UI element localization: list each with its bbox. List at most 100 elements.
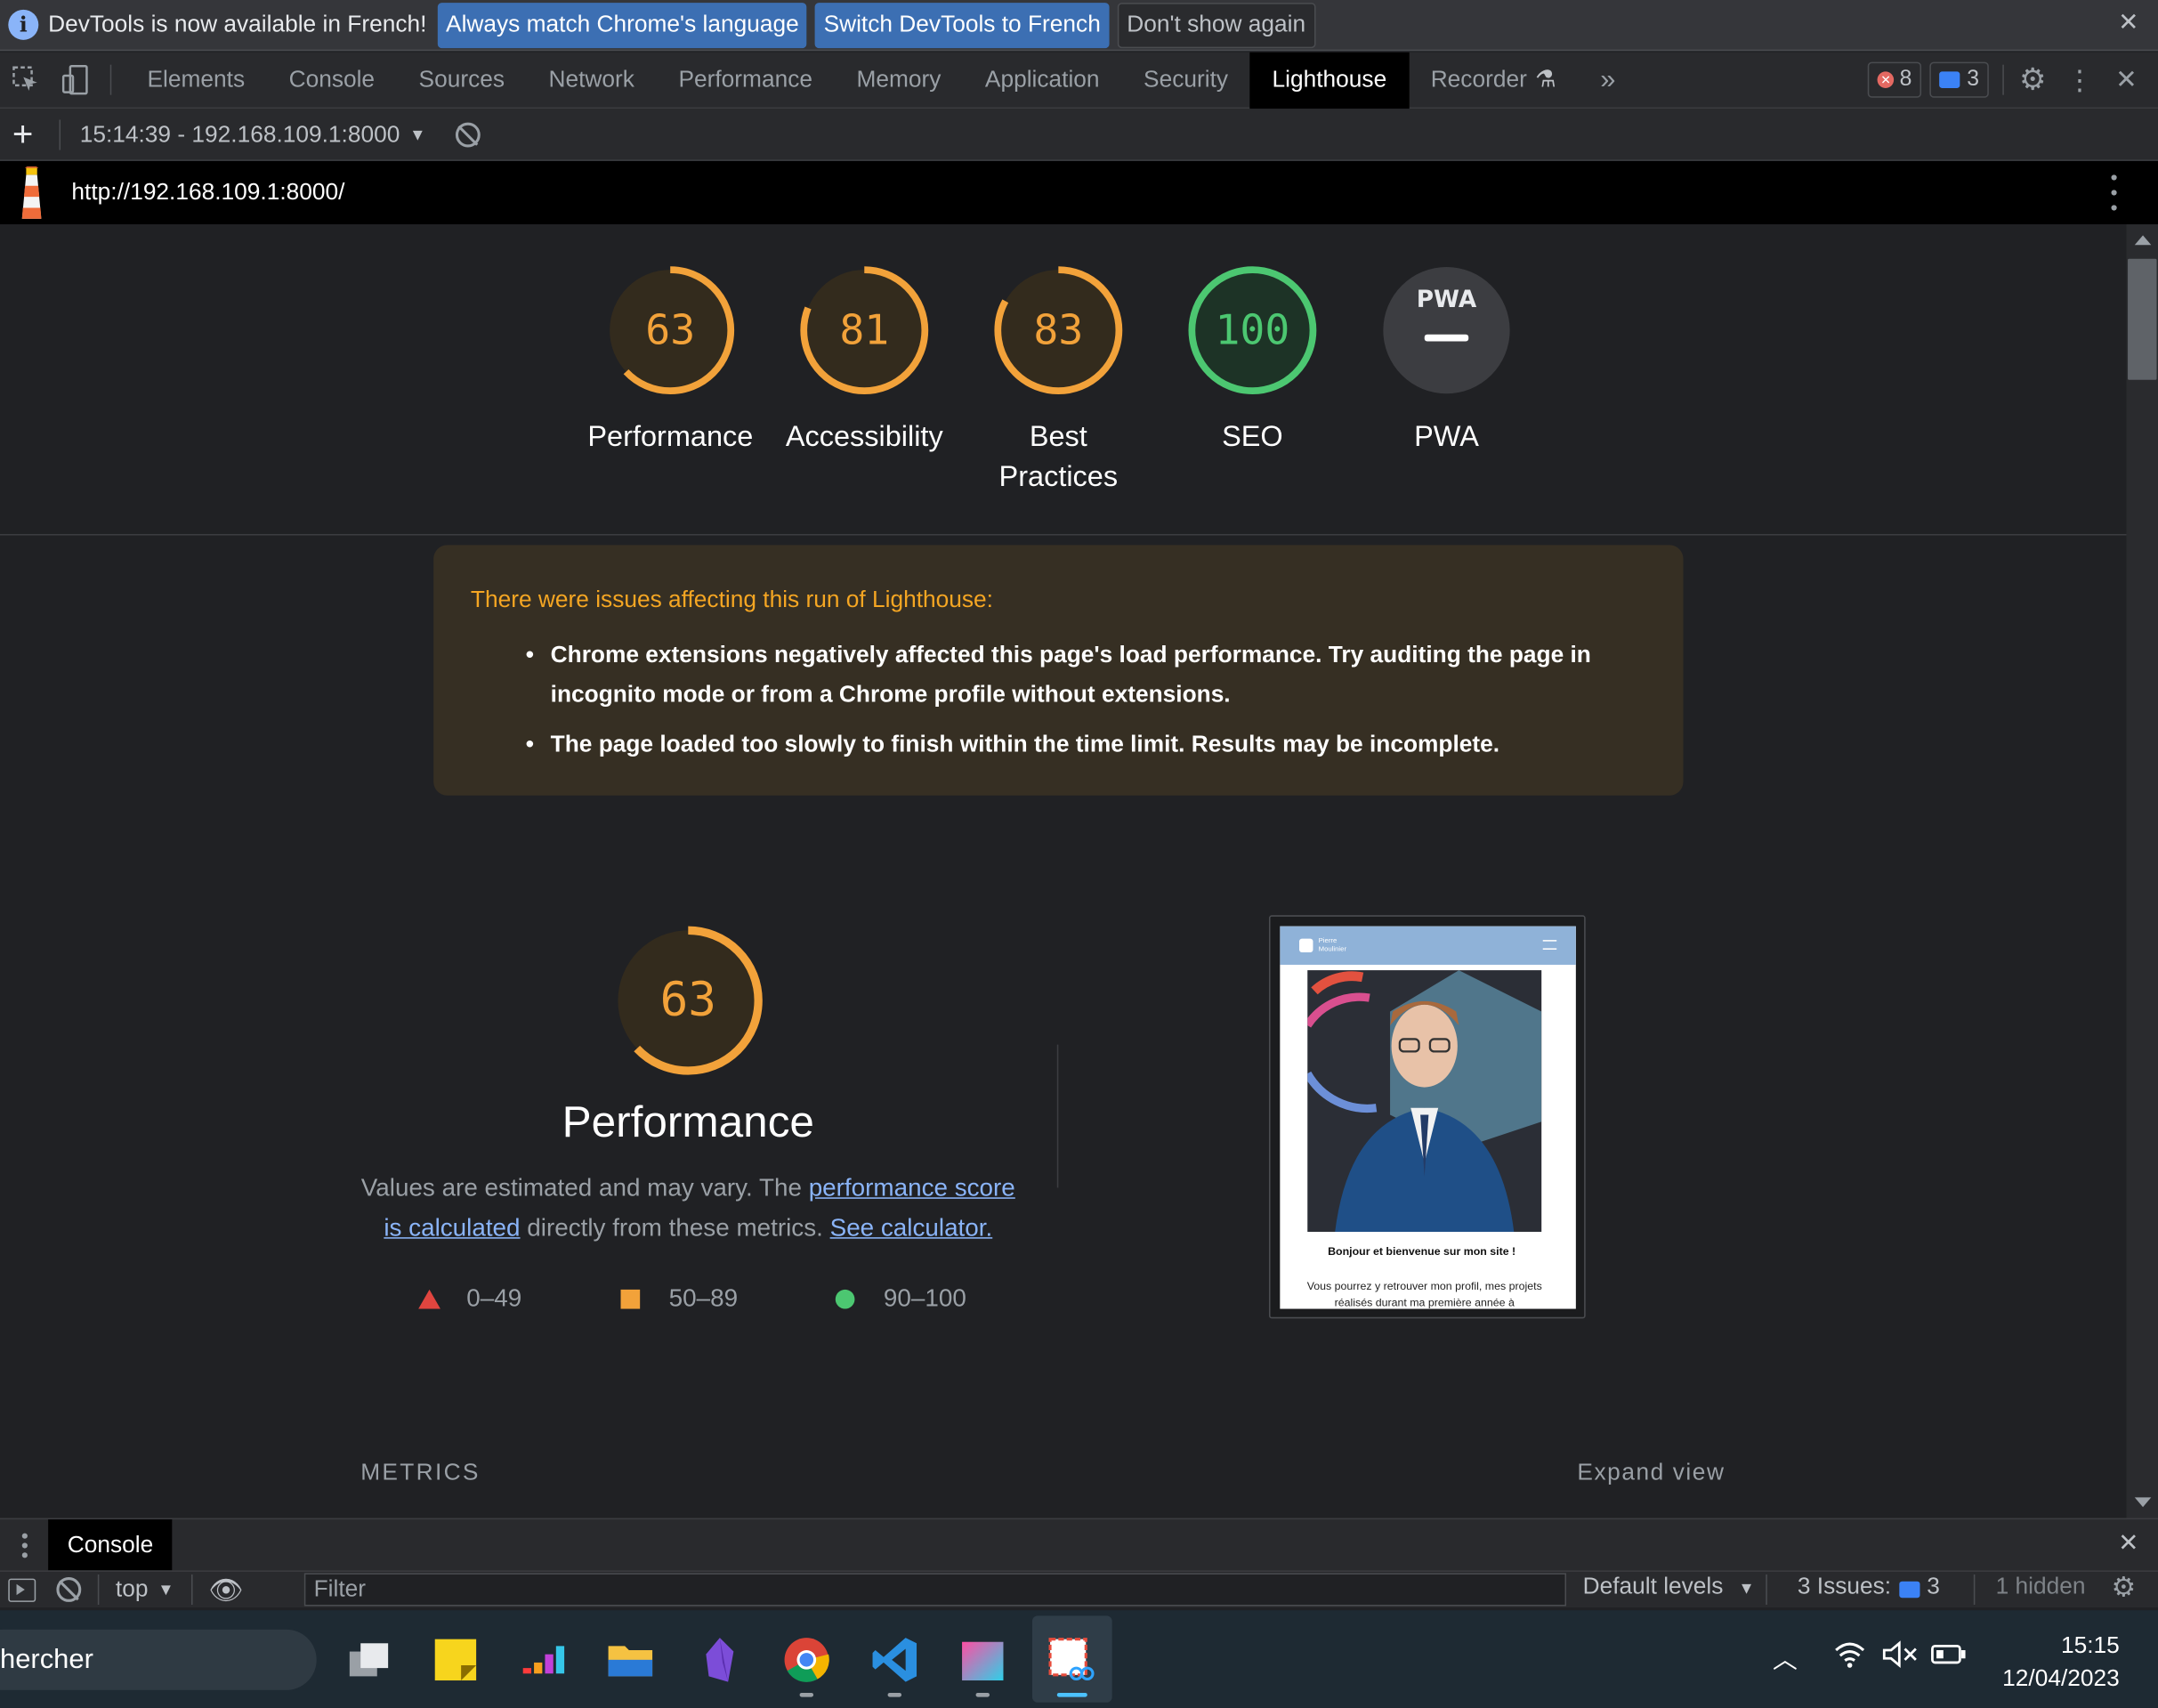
gauge-ring: 83 bbox=[992, 264, 1124, 396]
clear-reports-icon[interactable] bbox=[456, 121, 481, 147]
volume-muted-icon[interactable] bbox=[1881, 1640, 1917, 1675]
clear-console-icon[interactable] bbox=[56, 1577, 82, 1602]
file-explorer-icon[interactable] bbox=[606, 1635, 656, 1685]
device-toolbar-icon[interactable] bbox=[61, 64, 91, 95]
tab-performance[interactable]: Performance bbox=[657, 52, 835, 108]
error-count-badge[interactable]: ✕ 8 bbox=[1868, 61, 1922, 98]
close-infobar-icon[interactable]: ✕ bbox=[2118, 8, 2138, 36]
gauge-accessibility[interactable]: 81 Accessibility bbox=[781, 264, 947, 457]
tab-sources[interactable]: Sources bbox=[397, 52, 527, 108]
see-calculator-link[interactable]: See calculator. bbox=[830, 1214, 993, 1242]
info-icon: i bbox=[8, 9, 39, 40]
obsidian-icon[interactable] bbox=[695, 1635, 745, 1685]
site-logo-icon bbox=[1298, 938, 1313, 953]
drawer-tab-console[interactable]: Console bbox=[48, 1519, 173, 1572]
inspect-element-icon[interactable] bbox=[11, 65, 41, 95]
tab-console[interactable]: Console bbox=[267, 52, 397, 108]
chevron-down-icon[interactable]: ▼ bbox=[158, 1580, 174, 1599]
warnings-list: Chrome extensions negatively affected th… bbox=[526, 635, 1627, 773]
gauge-label: Performance bbox=[587, 421, 754, 453]
infobar-message: DevTools is now available in French! bbox=[48, 11, 427, 37]
tab-memory[interactable]: Memory bbox=[835, 52, 963, 108]
report-url[interactable]: http://192.168.109.1:8000/ bbox=[71, 179, 344, 206]
screenshot-page: Pierre Moulinier Bonjour et bienvenue su… bbox=[1280, 926, 1576, 1309]
warnings-title: There were issues affecting this run of … bbox=[470, 586, 993, 613]
gauge-score: 100 bbox=[1215, 306, 1290, 355]
screenshot-headline: Bonjour et bienvenue sur mon site ! bbox=[1328, 1245, 1516, 1259]
taskbar-search[interactable]: hercher bbox=[0, 1629, 317, 1690]
new-report-icon[interactable]: + bbox=[12, 113, 40, 156]
always-match-language-button[interactable]: Always match Chrome's language bbox=[437, 2, 808, 48]
tab-elements[interactable]: Elements bbox=[125, 52, 267, 108]
settings-gear-icon[interactable]: ⚙ bbox=[2017, 62, 2048, 97]
tab-application[interactable]: Application bbox=[963, 52, 1121, 108]
wifi-icon[interactable] bbox=[1833, 1640, 1866, 1675]
dont-show-again-button[interactable]: Don't show again bbox=[1117, 2, 1315, 48]
battery-icon[interactable] bbox=[1931, 1643, 1967, 1672]
toolbar-divider bbox=[59, 118, 61, 150]
chevron-up-icon[interactable]: ︿ bbox=[1773, 1640, 1798, 1676]
sticky-notes-icon[interactable] bbox=[431, 1635, 481, 1685]
toolbar-divider bbox=[109, 64, 112, 95]
chevron-down-icon[interactable]: ▼ bbox=[409, 125, 425, 144]
scroll-up-arrow-icon[interactable] bbox=[2134, 235, 2152, 246]
gauge-performance[interactable]: 63 Performance bbox=[587, 264, 753, 457]
console-settings-gear-icon[interactable]: ⚙ bbox=[2111, 1570, 2136, 1605]
tab-network[interactable]: Network bbox=[527, 52, 657, 108]
gradient-app-icon[interactable] bbox=[958, 1635, 1007, 1685]
sidebar-toggle-icon[interactable] bbox=[8, 1577, 36, 1602]
report-url-bar: http://192.168.109.1:8000/ bbox=[0, 160, 2158, 225]
context-selector[interactable]: top bbox=[116, 1576, 149, 1604]
live-expression-eye-icon[interactable]: 👁 bbox=[208, 1573, 243, 1607]
deezer-icon[interactable] bbox=[519, 1635, 569, 1685]
gauges-divider bbox=[0, 533, 2127, 536]
report-selector[interactable]: 15:14:39 - 192.168.109.1:8000 bbox=[80, 120, 400, 148]
windows-taskbar: hercher ︿ 15:15 12/04/2023 bbox=[0, 1610, 2158, 1708]
more-options-icon[interactable]: ⋮ bbox=[2065, 65, 2095, 95]
message-count: 3 bbox=[1967, 67, 1980, 92]
final-screenshot[interactable]: Pierre Moulinier Bonjour et bienvenue su… bbox=[1268, 915, 1586, 1319]
snipping-tool-icon[interactable] bbox=[1046, 1635, 1095, 1685]
task-view-icon[interactable] bbox=[344, 1635, 394, 1685]
more-tabs-icon[interactable]: » bbox=[1578, 52, 1637, 108]
close-drawer-icon[interactable]: ✕ bbox=[2118, 1529, 2138, 1558]
chevron-down-icon[interactable]: ▼ bbox=[1738, 1579, 1754, 1599]
vscode-icon[interactable] bbox=[869, 1635, 919, 1685]
scrollbar-thumb[interactable] bbox=[2128, 258, 2157, 380]
gauge-label: PWA bbox=[1414, 421, 1479, 453]
gauge-best-practices[interactable]: 83 Best Practices bbox=[976, 264, 1142, 497]
fail-triangle-icon bbox=[418, 1289, 440, 1308]
toolbar-divider bbox=[1973, 1574, 1976, 1605]
scroll-down-arrow-icon[interactable] bbox=[2134, 1497, 2152, 1508]
console-filter-input[interactable]: Filter bbox=[303, 1573, 1567, 1607]
gauge-score: 81 bbox=[839, 306, 890, 355]
issues-label[interactable]: 3 Issues: bbox=[1798, 1573, 1891, 1600]
section-divider bbox=[1056, 1044, 1059, 1188]
legend-pass: 90–100 bbox=[835, 1284, 966, 1313]
clock-time: 15:15 bbox=[2060, 1631, 2120, 1659]
desc-text: Values are estimated and may vary. The bbox=[360, 1173, 809, 1202]
report-scrollbar[interactable] bbox=[2126, 224, 2158, 1518]
chrome-icon[interactable] bbox=[781, 1635, 831, 1685]
performance-title: Performance bbox=[562, 1097, 814, 1147]
tab-recorder[interactable]: Recorder ⚗ bbox=[1409, 52, 1578, 108]
system-clock[interactable]: 15:15 12/04/2023 bbox=[2002, 1630, 2120, 1696]
gauge-seo[interactable]: 100 SEO bbox=[1170, 264, 1336, 457]
tab-lighthouse[interactable]: Lighthouse bbox=[1249, 51, 1409, 109]
gauge-pwa[interactable]: PWA PWA bbox=[1364, 264, 1530, 457]
devtools-window: i DevTools is now available in French! A… bbox=[0, 0, 2158, 1708]
error-icon: ✕ bbox=[1877, 71, 1895, 88]
running-indicator bbox=[887, 1692, 902, 1697]
hamburger-menu-icon bbox=[1542, 940, 1557, 950]
log-levels-dropdown[interactable]: Default levels bbox=[1583, 1573, 1724, 1600]
close-devtools-icon[interactable]: ✕ bbox=[2111, 65, 2141, 95]
report-menu-icon[interactable] bbox=[2111, 174, 2117, 211]
site-brand: Pierre Moulinier bbox=[1318, 937, 1347, 954]
drawer-menu-icon[interactable] bbox=[21, 1532, 28, 1558]
switch-to-french-button[interactable]: Switch DevTools to French bbox=[815, 2, 1110, 48]
performance-description: Values are estimated and may vary. The p… bbox=[351, 1169, 1025, 1249]
expand-view-toggle[interactable]: Expand view bbox=[1577, 1459, 1725, 1486]
flask-icon: ⚗ bbox=[1535, 66, 1556, 93]
message-count-badge[interactable]: 3 bbox=[1929, 61, 1989, 98]
tab-security[interactable]: Security bbox=[1121, 52, 1249, 108]
